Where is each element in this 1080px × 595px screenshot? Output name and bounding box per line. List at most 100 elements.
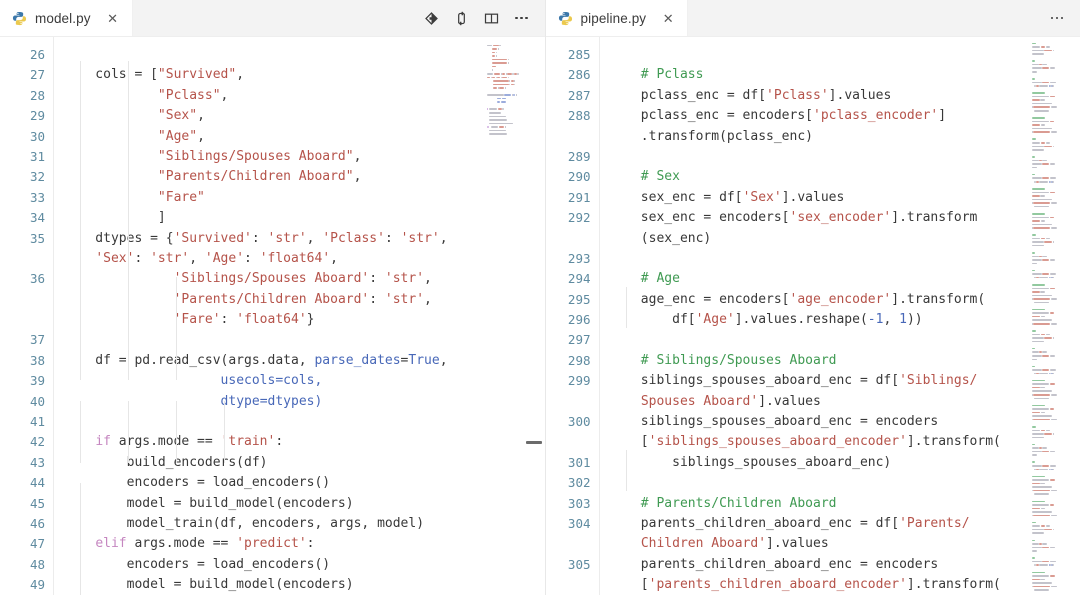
code-line[interactable]: df = pd.read_csv(args.data, parse_dates=… bbox=[64, 351, 483, 371]
compare-changes-icon[interactable] bbox=[449, 5, 475, 31]
code-line[interactable] bbox=[64, 330, 483, 350]
code-line[interactable]: Spouses Aboard'].values bbox=[610, 392, 1029, 412]
code-line[interactable] bbox=[610, 147, 1029, 167]
minimap-line bbox=[1050, 298, 1058, 300]
code-line[interactable] bbox=[64, 45, 483, 65]
code-line[interactable]: pclass_enc = df['Pclass'].values bbox=[610, 86, 1029, 106]
code-line[interactable]: usecols=cols, bbox=[64, 371, 483, 391]
code-line[interactable]: cols = ["Survived", bbox=[64, 65, 483, 85]
code-line[interactable]: 'Fare': 'float64'} bbox=[64, 310, 483, 330]
code-line[interactable]: "Fare" bbox=[64, 188, 483, 208]
code-line[interactable]: ] bbox=[64, 208, 483, 228]
code-lines-left[interactable]: cols = ["Survived", "Pclass", "Sex", "Ag… bbox=[54, 37, 483, 595]
code-line[interactable]: siblings_spouses_aboard_enc = df['Siblin… bbox=[610, 371, 1029, 391]
minimap-left[interactable] bbox=[482, 37, 545, 595]
minimap-line bbox=[1032, 283, 1046, 286]
code-line[interactable]: "Pclass", bbox=[64, 86, 483, 106]
line-number: 48 bbox=[29, 556, 45, 572]
code-line[interactable]: encoders = load_encoders() bbox=[64, 473, 483, 493]
minimap-line bbox=[1039, 181, 1049, 183]
code-line[interactable] bbox=[610, 330, 1029, 350]
code-line[interactable]: model = build_model(encoders) bbox=[64, 575, 483, 595]
code-line[interactable]: 'Parents/Children Aboard': 'str', bbox=[64, 290, 483, 310]
code-line[interactable] bbox=[64, 412, 483, 432]
code-line[interactable]: ['siblings_spouses_aboard_encoder'].tran… bbox=[610, 432, 1029, 452]
more-actions-icon[interactable] bbox=[1044, 5, 1070, 31]
code-lines-right[interactable]: # Pclass pclass_enc = df['Pclass'].value… bbox=[600, 37, 1029, 595]
minimap-line bbox=[1049, 575, 1055, 577]
editor-actions-left bbox=[419, 0, 545, 36]
code-line[interactable]: age_enc = encoders['age_encoder'].transf… bbox=[610, 290, 1029, 310]
minimap-line bbox=[1032, 461, 1035, 464]
code-line[interactable]: pclass_enc = encoders['pclass_encoder'] bbox=[610, 106, 1029, 126]
code-area-right[interactable]: 285 286 287 288 289 290 291 292 293 294 295 296 297 2… bbox=[546, 37, 1029, 595]
code-line[interactable]: Children Aboard'].values bbox=[610, 534, 1029, 554]
code-line[interactable]: sex_enc = encoders['sex_encoder'].transf… bbox=[610, 208, 1029, 228]
code-line[interactable]: "Age", bbox=[64, 127, 483, 147]
code-line[interactable]: 'Siblings/Spouses Aboard': 'str', bbox=[64, 269, 483, 289]
tab-close-icon[interactable]: ✕ bbox=[105, 10, 121, 26]
line-number: 29 bbox=[29, 108, 45, 124]
code-line[interactable]: df['Age'].values.reshape(-1, 1)) bbox=[610, 310, 1029, 330]
code-line[interactable]: # Sex bbox=[610, 167, 1029, 187]
code-line[interactable]: elif args.mode == 'predict': bbox=[64, 534, 483, 554]
tab-pipeline-py[interactable]: pipeline.py ✕ bbox=[545, 0, 689, 36]
minimap-line bbox=[486, 76, 491, 79]
code-line[interactable] bbox=[610, 249, 1029, 269]
code-line[interactable]: .transform(pclass_enc) bbox=[610, 127, 1029, 147]
open-changes-icon[interactable] bbox=[419, 5, 445, 31]
minimap-line bbox=[1032, 525, 1041, 527]
more-actions-icon[interactable] bbox=[509, 5, 535, 31]
code-line[interactable]: # Age bbox=[610, 269, 1029, 289]
code-line[interactable] bbox=[610, 473, 1029, 493]
code-line[interactable]: # Siblings/Spouses Aboard bbox=[610, 351, 1029, 371]
code-area-left[interactable]: 26 27 28 29 30 31 32 33 34 35 36 37 38 39 40 41 42 43 44 45… bbox=[0, 37, 483, 595]
minimap-line bbox=[1040, 333, 1046, 336]
code-line[interactable]: "Parents/Children Aboard", bbox=[64, 167, 483, 187]
line-number: 297 bbox=[567, 332, 591, 348]
code-line[interactable]: parents_children_aboard_enc = encoders bbox=[610, 555, 1029, 575]
code-line[interactable]: dtype=dtypes) bbox=[64, 392, 483, 412]
code-line[interactable]: # Parents/Children Aboard bbox=[610, 494, 1029, 514]
minimap-line bbox=[1032, 308, 1046, 311]
minimap-line bbox=[491, 69, 494, 71]
code-line[interactable]: siblings_spouses_aboard_enc = encoders bbox=[610, 412, 1029, 432]
code-line[interactable]: model_train(df, encoders, args, model) bbox=[64, 514, 483, 534]
line-number: 28 bbox=[29, 87, 45, 103]
minimap-line bbox=[1032, 365, 1035, 368]
code-line[interactable]: dtypes = {'Survived': 'str', 'Pclass': '… bbox=[64, 229, 483, 249]
minimap-line bbox=[1032, 120, 1050, 123]
code-line[interactable]: encoders = load_encoders() bbox=[64, 555, 483, 575]
minimap-line bbox=[508, 76, 510, 79]
code-line[interactable]: ['parents_children_aboard_encoder'].tran… bbox=[610, 575, 1029, 595]
code-line[interactable]: parents_children_aboard_enc = df['Parent… bbox=[610, 514, 1029, 534]
code-line[interactable]: (sex_enc) bbox=[610, 229, 1029, 249]
code-line[interactable]: "Sex", bbox=[64, 106, 483, 126]
code-line[interactable]: model = build_model(encoders) bbox=[64, 494, 483, 514]
code-line[interactable]: sex_enc = df['Sex'].values bbox=[610, 188, 1029, 208]
line-number: 290 bbox=[567, 169, 591, 185]
minimap-right[interactable] bbox=[1028, 37, 1080, 595]
minimap-line bbox=[1032, 138, 1037, 140]
minimap-line bbox=[1044, 145, 1053, 148]
code-line[interactable]: siblings_spouses_aboard_enc) bbox=[610, 453, 1029, 473]
scrollbar-thumb-left[interactable] bbox=[525, 441, 542, 444]
code-line[interactable]: build_encoders(df) bbox=[64, 453, 483, 473]
minimap-line bbox=[1032, 92, 1046, 94]
line-number: 37 bbox=[29, 332, 45, 348]
minimap-line bbox=[1049, 120, 1055, 123]
minimap-line bbox=[508, 62, 510, 64]
split-editor-icon[interactable] bbox=[479, 5, 505, 31]
code-line[interactable]: # Pclass bbox=[610, 65, 1029, 85]
minimap-line bbox=[1032, 312, 1050, 314]
code-line[interactable]: if args.mode == 'train': bbox=[64, 432, 483, 452]
code-line[interactable]: 'Sex': 'str', 'Age': 'float64', bbox=[64, 249, 483, 269]
tab-model-py[interactable]: model.py ✕ bbox=[0, 0, 133, 36]
line-number: 33 bbox=[29, 189, 45, 205]
line-number: 293 bbox=[567, 250, 591, 266]
code-line[interactable] bbox=[610, 45, 1029, 65]
tab-close-icon[interactable]: ✕ bbox=[660, 10, 676, 26]
minimap-line bbox=[1032, 546, 1042, 549]
code-line[interactable]: "Siblings/Spouses Aboard", bbox=[64, 147, 483, 167]
minimap-line bbox=[1033, 418, 1051, 421]
